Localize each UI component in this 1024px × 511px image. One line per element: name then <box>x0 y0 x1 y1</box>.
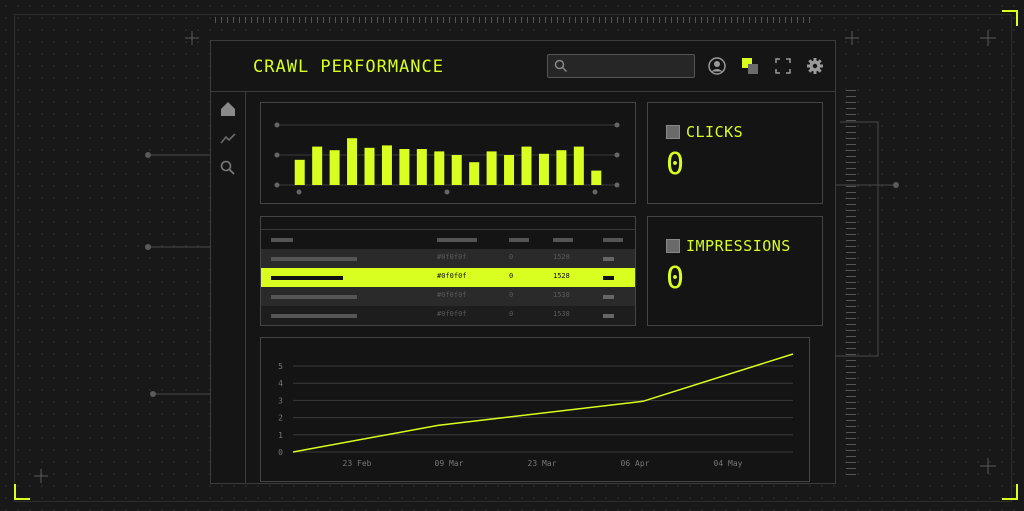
trend-icon[interactable] <box>219 129 237 147</box>
clicks-checkbox[interactable] <box>666 125 680 139</box>
x-tick-label: 04 May <box>714 459 743 468</box>
table-row[interactable]: #0f0f0f 0 1528 <box>261 249 635 268</box>
y-tick-label: 4 <box>278 379 283 388</box>
bar <box>469 162 480 185</box>
row-swatch <box>603 276 614 280</box>
bar <box>451 155 462 185</box>
bar <box>294 159 305 185</box>
sidebar <box>211 91 246 483</box>
bar <box>329 150 340 185</box>
table-cell-value2: 1538 <box>553 291 570 299</box>
header-cell <box>437 238 477 242</box>
bar <box>521 146 532 185</box>
bar-chart <box>274 122 620 195</box>
table-row[interactable]: #0f0f0f 0 1528 <box>261 268 635 287</box>
header-cell <box>603 238 623 242</box>
bar <box>486 151 497 185</box>
table-cell-value1: 0 <box>509 272 514 280</box>
fullscreen-icon[interactable] <box>773 56 793 76</box>
kpi-impressions: IMPRESSIONS 0 <box>647 216 823 326</box>
bar <box>434 151 445 185</box>
top-bar: CRAWL PERFORMANCE <box>211 41 835 92</box>
home-icon[interactable] <box>219 100 237 118</box>
data-table: #0f0f0f 0 1528 #0f0f0f 0 1528 #0f0f0f 0 1538 #0f0… <box>260 216 636 326</box>
y-tick-label: 5 <box>278 362 283 371</box>
bar <box>381 145 392 185</box>
table-header <box>261 229 635 249</box>
line-chart-panel: 0 1 2 3 4 5 23 Feb 09 Mar 23 Mar 06 Apr 04 May <box>260 337 810 482</box>
user-icon[interactable] <box>707 56 727 76</box>
y-tick-label: 1 <box>278 431 283 440</box>
search-input[interactable] <box>547 54 695 78</box>
x-tick-label: 23 Feb <box>343 459 372 468</box>
row-swatch <box>603 257 614 261</box>
bar <box>399 149 410 185</box>
bar <box>591 170 602 185</box>
table-cell-color: #0f0f0f <box>437 272 467 280</box>
table-cell-value1: 0 <box>509 253 514 261</box>
table-cell-value2: 1538 <box>553 310 570 318</box>
y-tick-label: 0 <box>278 448 283 457</box>
x-tick-label: 23 Mar <box>528 459 557 468</box>
bar <box>556 150 567 185</box>
line-chart: 0 1 2 3 4 5 23 Feb 09 Mar 23 Mar 06 Apr 04 May <box>278 353 794 468</box>
kpi-label: CLICKS <box>686 123 744 141</box>
name-placeholder <box>271 314 357 318</box>
magnifier-icon[interactable] <box>219 159 237 177</box>
bar <box>347 138 358 185</box>
table-cell-value2: 1528 <box>553 272 570 280</box>
axis-dot <box>296 189 302 195</box>
table-cell-value1: 0 <box>509 291 514 299</box>
table-cell-value1: 0 <box>509 310 514 318</box>
header-cell <box>553 238 573 242</box>
bar <box>573 146 584 185</box>
table-cell-color: #0f0f0f <box>437 291 467 299</box>
bar-chart-panel <box>260 102 636 204</box>
row-swatch <box>603 295 614 299</box>
x-tick-label: 09 Mar <box>435 459 464 468</box>
kpi-value: 0 <box>666 147 685 182</box>
series-line <box>292 353 794 453</box>
name-placeholder <box>271 276 343 280</box>
grid-dot <box>614 182 620 188</box>
header-cell <box>509 238 529 242</box>
x-tick-label: 06 Apr <box>621 459 650 468</box>
header-cell <box>271 238 293 242</box>
search-icon <box>554 59 568 73</box>
y-tick-label: 3 <box>278 396 283 405</box>
table-cell-color: #0f0f0f <box>437 310 467 318</box>
axis-dot <box>444 189 450 195</box>
name-placeholder <box>271 257 357 261</box>
grid-dot <box>274 152 280 158</box>
table-cell-color: #0f0f0f <box>437 253 467 261</box>
table-row[interactable]: #0f0f0f 0 1538 <box>261 287 635 306</box>
grid-dot <box>614 152 620 158</box>
table-cell-value2: 1528 <box>553 253 570 261</box>
row-swatch <box>603 314 614 318</box>
gear-icon[interactable] <box>805 56 825 76</box>
page-title: CRAWL PERFORMANCE <box>253 57 444 77</box>
kpi-clicks: CLICKS 0 <box>647 102 823 204</box>
bar <box>538 153 549 185</box>
impressions-checkbox[interactable] <box>666 239 680 253</box>
axis-dot <box>592 189 598 195</box>
y-tick-label: 2 <box>278 414 283 423</box>
grid-dot <box>614 122 620 128</box>
name-placeholder <box>271 295 357 299</box>
grid-dot <box>274 122 280 128</box>
bar <box>504 155 515 185</box>
grid-dot <box>274 182 280 188</box>
layers-icon[interactable] <box>741 56 761 76</box>
table-row[interactable]: #0f0f0f 0 1538 <box>261 306 635 325</box>
kpi-value: 0 <box>666 261 685 296</box>
kpi-label: IMPRESSIONS <box>686 237 791 255</box>
bar <box>312 146 323 185</box>
bar <box>364 147 375 185</box>
bar <box>416 149 427 185</box>
